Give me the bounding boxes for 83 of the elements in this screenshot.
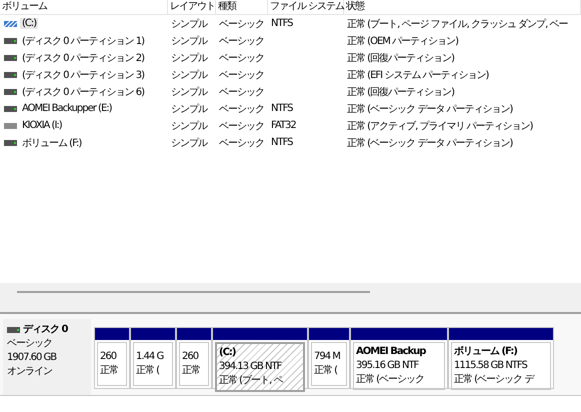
partition-status: 正常: [100, 364, 119, 378]
table-cell: ベーシック: [219, 86, 264, 98]
column-header[interactable]: 種類: [218, 1, 236, 12]
volume-name[interactable]: KIOXIA (I:): [20, 120, 64, 131]
table-cell: 正常 (OEM パーティション): [347, 36, 458, 46]
partition-status: 正常 (ベーシック: [356, 373, 426, 387]
partition-block[interactable]: 794 M 正常 (: [308, 327, 350, 389]
volume-name[interactable]: (ディスク 0 パーティション 1): [20, 34, 146, 48]
partition-size: 1115.58 GB NTFS: [454, 359, 528, 373]
partition-size: 794 M: [314, 350, 341, 364]
partition-block[interactable]: (C:) 394.13 GB NTF 正常 (ブート, ペ: [212, 327, 308, 389]
table-cell: ベーシック: [219, 104, 264, 114]
partition-block[interactable]: 260 正常: [176, 327, 212, 389]
partition-size: 260: [182, 350, 200, 364]
drive-icon: [7, 327, 20, 333]
partition-name: (C:): [219, 346, 236, 360]
table-cell: ベーシック: [219, 70, 264, 80]
disk-size: 1907.60 GB: [7, 351, 58, 365]
volume-name[interactable]: (ディスク 0 パーティション 3): [20, 68, 146, 82]
partition-header-bar: [177, 328, 211, 340]
table-cell: ベーシック: [219, 36, 264, 46]
table-cell: シンプル: [171, 70, 207, 80]
table-cell: ベーシック: [219, 52, 264, 64]
partition-status: 正常 (: [136, 364, 160, 378]
partition-size: 260: [100, 350, 118, 364]
table-cell: NTFS: [271, 103, 293, 114]
partition-status: 正常 (ブート, ペ: [219, 374, 284, 388]
partition-block[interactable]: 1.44 G 正常 (: [130, 327, 176, 389]
table-cell: ベーシック: [219, 120, 264, 132]
table-cell: 正常 (回復パーティション): [347, 86, 454, 98]
partition-block[interactable]: ボリューム (F:) 1115.58 GB NTFS 正常 (ベーシック デ: [448, 327, 554, 389]
disk-label: ディスク 0: [23, 323, 68, 337]
partition-size: 394.13 GB NTF: [219, 360, 283, 374]
partition-status: 正常: [182, 364, 201, 378]
table-cell: NTFS: [271, 137, 293, 148]
partition-block[interactable]: 260 正常: [94, 327, 130, 389]
table-cell: シンプル: [171, 86, 207, 98]
drive-icon: [4, 140, 17, 146]
table-cell: シンプル: [171, 36, 207, 46]
table-cell: シンプル: [171, 104, 207, 114]
partition-block[interactable]: AOMEI Backup 395.16 GB NTF 正常 (ベーシック: [350, 327, 448, 389]
drive-icon: [4, 54, 17, 60]
table-cell: 正常 (EFI システム パーティション): [347, 70, 488, 80]
table-cell: 正常 (回復パーティション): [347, 52, 454, 64]
table-cell: シンプル: [171, 18, 207, 30]
partition-size: 1.44 G: [136, 350, 164, 364]
partition-name: AOMEI Backup: [356, 345, 427, 359]
volume-name[interactable]: (C:): [20, 18, 38, 29]
partition-status: 正常 (: [314, 364, 338, 378]
table-cell: 正常 (ベーシック データ パーティション): [347, 138, 512, 148]
drive-icon: [4, 72, 17, 78]
scrollbar[interactable]: [17, 290, 370, 292]
column-header[interactable]: レイアウト: [170, 1, 215, 12]
column-header[interactable]: ボリューム: [2, 1, 47, 12]
drive-icon: [4, 38, 17, 44]
table-cell: シンプル: [171, 52, 207, 64]
column-header[interactable]: ファイル システム: [270, 1, 344, 12]
drive-icon: [4, 106, 17, 112]
table-cell: ベーシック: [219, 18, 264, 30]
partition-header-bar: [309, 328, 349, 340]
table-cell: NTFS: [271, 18, 293, 29]
partition-header-bar: [95, 328, 129, 340]
partition-header-bar: [131, 328, 175, 340]
table-cell: シンプル: [171, 120, 207, 132]
striped-drive-icon: [4, 20, 17, 26]
column-header[interactable]: 状態: [346, 1, 364, 12]
drive-icon: [4, 122, 17, 128]
drive-icon: [4, 88, 17, 94]
disk-status: オンライン: [7, 365, 53, 379]
partition-status: 正常 (ベーシック デ: [454, 373, 536, 387]
table-cell: 正常 (ベーシック データ パーティション): [347, 104, 512, 114]
table-cell: シンプル: [171, 138, 207, 148]
partition-size: 395.16 GB NTF: [356, 359, 420, 373]
table-cell: 正常 (アクティブ, プライマリ パーティション): [347, 120, 533, 132]
table-cell: ベーシック: [219, 138, 264, 148]
disk-type: ベーシック: [7, 337, 53, 351]
table-cell: FAT32: [271, 120, 296, 131]
partition-name: ボリューム (F:): [454, 345, 518, 359]
volume-name[interactable]: (ディスク 0 パーティション 6): [20, 84, 146, 98]
volume-name[interactable]: ボリューム (F:): [20, 136, 84, 150]
volume-name[interactable]: AOMEI Backupper (E:): [20, 103, 114, 114]
volume-name[interactable]: (ディスク 0 パーティション 2): [20, 50, 146, 64]
table-cell: 正常 (ブート, ページ ファイル, クラッシュ ダンプ, ベー: [347, 18, 568, 30]
